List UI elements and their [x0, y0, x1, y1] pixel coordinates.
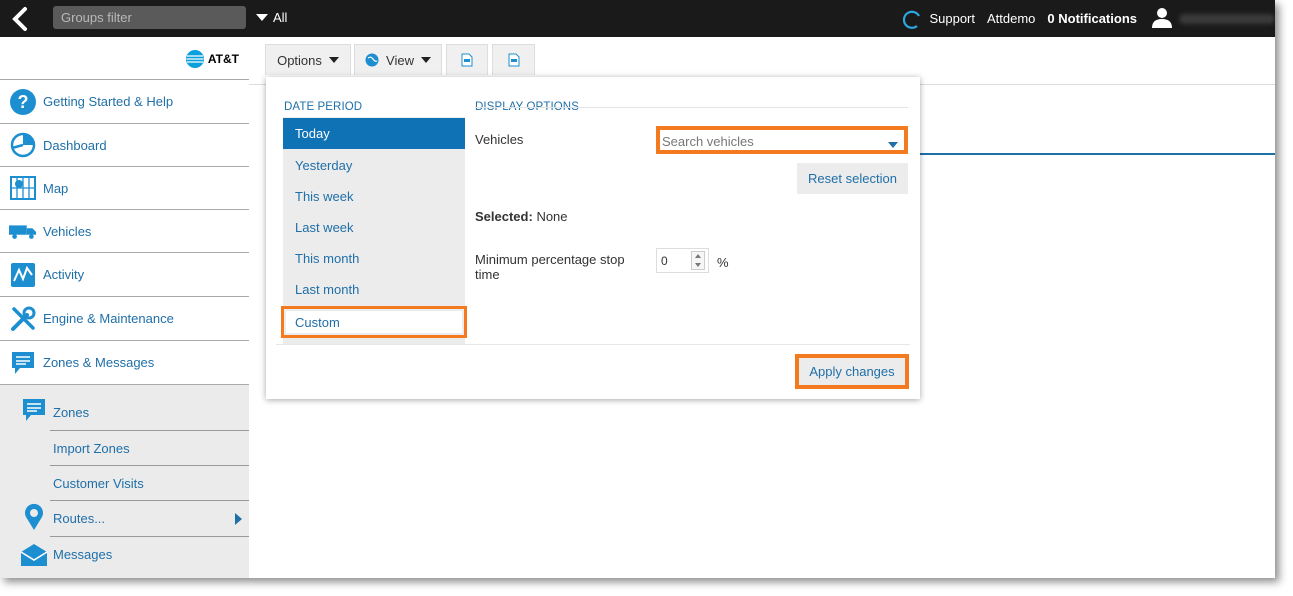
globe-icon: [365, 53, 379, 67]
sidebar-item-label: Getting Started & Help: [43, 94, 174, 109]
period-custom[interactable]: Custom: [281, 306, 467, 338]
user-icon[interactable]: [1151, 6, 1173, 31]
vehicle-search-dropdown[interactable]: [656, 126, 908, 154]
divider: [475, 107, 908, 108]
pie-chart-icon: [9, 131, 37, 159]
caret-down-icon[interactable]: [888, 142, 898, 148]
options-panel: DATE PERIOD DISPLAY OPTIONS Today Yester…: [266, 77, 920, 399]
sidebar-subitem-label: Customer Visits: [53, 476, 144, 491]
help-icon: ?: [9, 88, 37, 116]
view-label: View: [386, 52, 414, 68]
sidebar-subitem-label: Routes...: [53, 511, 106, 526]
message-icon: [9, 349, 37, 377]
support-link[interactable]: Support: [903, 8, 975, 30]
export-pdf-button[interactable]: [446, 44, 488, 75]
stepper-arrows[interactable]: [691, 251, 705, 270]
support-label: Support: [929, 11, 975, 26]
date-period-list: Today Yesterday This week Last week This…: [281, 117, 467, 345]
period-yesterday[interactable]: Yesterday: [283, 150, 465, 181]
reset-selection-button[interactable]: Reset selection: [797, 163, 908, 194]
back-icon[interactable]: [6, 4, 36, 34]
sidebar-item-activity[interactable]: Activity: [0, 252, 249, 296]
sidebar-item-label: Map: [43, 180, 69, 196]
chevron-right-icon: [235, 513, 242, 525]
caret-down-icon: [256, 14, 268, 21]
options-label: Options: [277, 52, 322, 68]
view-button[interactable]: View: [354, 44, 442, 75]
support-icon: [903, 10, 921, 29]
sidebar-subitem-routes[interactable]: Routes...: [0, 501, 249, 537]
sidebar-subitem-messages[interactable]: Messages: [0, 537, 249, 572]
sidebar-subitem-zones[interactable]: Zones: [0, 385, 249, 431]
document-icon: [461, 53, 473, 67]
vehicle-search-input[interactable]: [662, 132, 882, 150]
sidebar-item-getting-started[interactable]: ? Getting Started & Help: [0, 79, 249, 123]
sidebar-subitem-customer-visits[interactable]: Customer Visits: [0, 466, 249, 501]
sidebar-item-vehicles[interactable]: Vehicles: [0, 209, 249, 252]
sidebar-item-label: Activity: [43, 267, 85, 282]
period-this-month[interactable]: This month: [283, 243, 465, 274]
min-stop-value: 0: [661, 254, 668, 268]
arrow-down-icon[interactable]: [695, 263, 701, 267]
selected-label: Selected:: [475, 209, 533, 224]
period-today[interactable]: Today: [283, 118, 465, 149]
truck-icon: [9, 217, 37, 245]
options-button[interactable]: Options: [265, 44, 351, 75]
wrench-icon: [9, 305, 37, 333]
caret-down-icon: [328, 57, 339, 63]
selected-value: None: [536, 209, 568, 224]
selected-summary: Selected: None: [475, 209, 568, 224]
sidebar-subitem-label: Zones: [53, 405, 90, 420]
vehicles-label: Vehicles: [475, 132, 524, 147]
document-icon: [508, 53, 519, 67]
sidebar-item-label: Vehicles: [43, 223, 92, 239]
arrow-up-icon[interactable]: [695, 254, 701, 258]
percent-sign: %: [717, 255, 729, 270]
sidebar-item-zones-messages[interactable]: Zones & Messages: [0, 340, 249, 385]
sidebar-item-engine-maintenance[interactable]: Engine & Maintenance: [0, 296, 249, 340]
content-divider: [919, 153, 1275, 155]
sidebar: AT&T ? Getting Started & Help Dashboard …: [0, 37, 249, 578]
activity-icon: [9, 261, 37, 289]
sidebar-item-label: Zones & Messages: [43, 355, 155, 370]
caret-down-icon: [420, 57, 431, 63]
att-logo: AT&T: [185, 49, 239, 69]
account-name[interactable]: Attdemo: [987, 11, 1035, 26]
sidebar-subitem-label: Messages: [53, 547, 113, 562]
sidebar-item-label: Dashboard: [43, 137, 107, 153]
groups-filter-input[interactable]: [53, 6, 246, 29]
period-this-week[interactable]: This week: [283, 181, 465, 212]
sidebar-subitem-label: Import Zones: [53, 441, 130, 456]
date-period-title: DATE PERIOD: [284, 101, 363, 113]
user-name-redacted: [1179, 13, 1275, 24]
sidebar-item-map[interactable]: Map: [0, 166, 249, 209]
notifications-link[interactable]: 0 Notifications: [1047, 11, 1137, 26]
envelope-icon: [20, 541, 48, 569]
sidebar-subitem-import-zones[interactable]: Import Zones: [0, 431, 249, 466]
map-icon: [9, 174, 37, 202]
app-window: All Support Attdemo 0 Notifications AT&T: [0, 0, 1275, 578]
groups-dropdown-label: All: [273, 10, 288, 25]
svg-text:?: ?: [18, 92, 29, 112]
brand-area: AT&T: [0, 37, 249, 79]
pin-icon: [20, 503, 48, 531]
sidebar-item-label: Engine & Maintenance: [43, 311, 174, 326]
export-excel-button[interactable]: [492, 44, 535, 75]
sidebar-item-dashboard[interactable]: Dashboard: [0, 123, 249, 166]
divider: [276, 344, 910, 345]
min-stop-stepper[interactable]: 0: [656, 248, 709, 273]
min-stop-label: Minimum percentage stop time: [475, 252, 625, 282]
period-last-month[interactable]: Last month: [283, 274, 465, 305]
period-last-week[interactable]: Last week: [283, 212, 465, 243]
zones-icon: [20, 396, 48, 424]
apply-changes-button[interactable]: Apply changes: [795, 354, 909, 389]
groups-dropdown[interactable]: All: [256, 10, 287, 25]
top-bar: All Support Attdemo 0 Notifications: [0, 0, 1275, 37]
